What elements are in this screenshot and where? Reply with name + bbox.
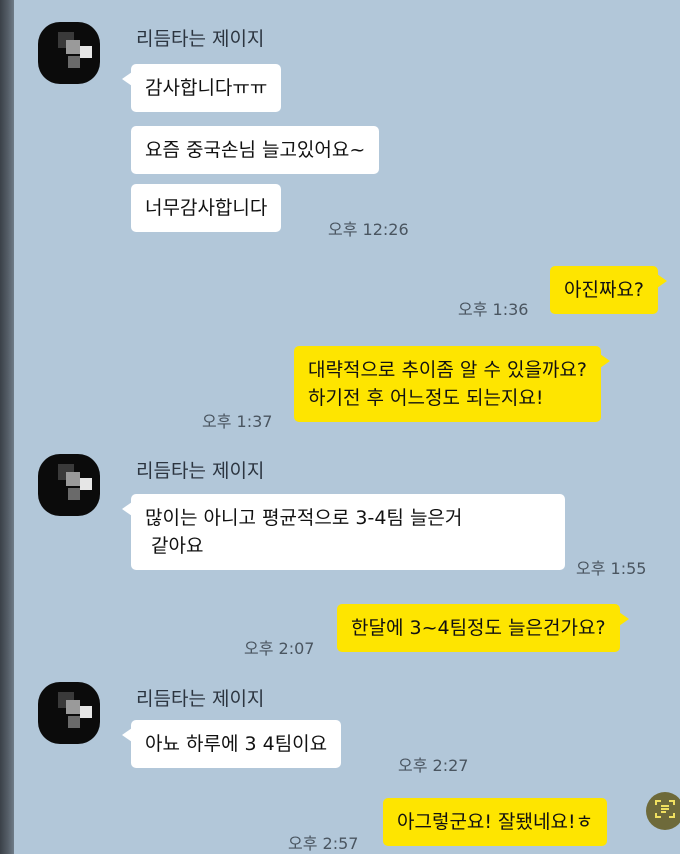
- message-bubble[interactable]: 아그렇군요! 잘됐네요!ㅎ: [383, 798, 608, 846]
- text-scan-icon: [654, 798, 676, 824]
- message-time: 오후 1:37: [202, 412, 273, 431]
- message-bubble[interactable]: 아진짜요?: [550, 266, 668, 314]
- message-bubble[interactable]: 너무감사합니다: [131, 184, 282, 232]
- message-bubble[interactable]: 요즘 중국손님 늘고있어요~: [131, 126, 380, 174]
- message-line: 대략적으로 추이좀 알 수 있을까요?: [308, 359, 587, 381]
- text-scan-button[interactable]: [646, 792, 680, 830]
- message-line: 같아요: [145, 535, 204, 557]
- avatar[interactable]: [38, 454, 100, 516]
- message-time: 오후 12:26: [328, 220, 409, 239]
- message-bubble[interactable]: 아뇨 하루에 3 4팀이요: [121, 720, 342, 768]
- sender-name: 리듬타는 제이지: [136, 28, 265, 50]
- sender-name: 리듬타는 제이지: [136, 688, 265, 710]
- avatar[interactable]: [38, 682, 100, 744]
- message-bubble[interactable]: 한달에 3~4팀정도 늘은건가요?: [337, 604, 629, 652]
- message-bubble[interactable]: 대략적으로 추이좀 알 수 있을까요? 하기전 후 어느정도 되는지요!: [294, 346, 610, 422]
- message-bubble[interactable]: 많이는 아니고 평균적으로 3-4팀 늘은거 같아요: [122, 494, 565, 570]
- message-time: 오후 1:36: [458, 300, 529, 319]
- window-edge: [0, 0, 14, 854]
- sender-name: 리듬타는 제이지: [136, 460, 265, 482]
- message-bubble[interactable]: 감사합니다ㅠㅠ: [121, 64, 282, 112]
- message-line: 하기전 후 어느정도 되는지요!: [308, 387, 544, 409]
- message-line: 많이는 아니고 평균적으로 3-4팀 늘은거: [145, 507, 463, 529]
- message-time: 오후 2:07: [244, 639, 315, 658]
- message-time: 오후 2:27: [398, 756, 469, 775]
- avatar[interactable]: [38, 22, 100, 84]
- message-time: 오후 1:55: [576, 559, 647, 578]
- message-time: 오후 2:57: [288, 834, 359, 853]
